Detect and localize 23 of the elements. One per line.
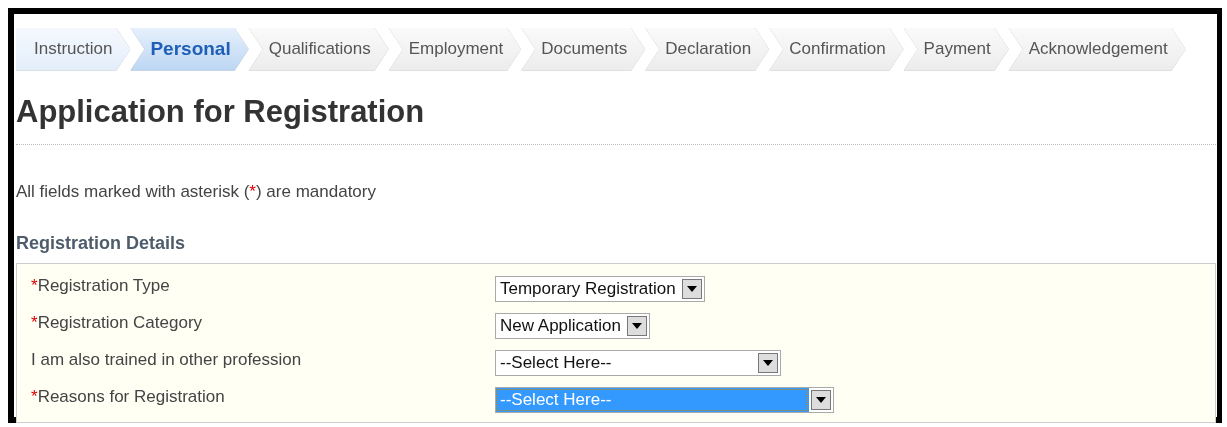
field-label: *Registration Category [30, 311, 204, 334]
section-heading: Registration Details [16, 232, 187, 256]
step-tab[interactable]: Acknowledgement [1008, 28, 1186, 71]
step-tab[interactable]: Confirmation [769, 28, 904, 71]
step-tab[interactable]: Personal [130, 28, 249, 71]
step-tab[interactable]: Documents [521, 28, 646, 71]
dropdown-field[interactable]: --Select Here-- [495, 349, 781, 376]
step-tab[interactable]: Qualifications [248, 28, 389, 71]
field-label: I am also trained in other profession [30, 348, 303, 371]
caret-icon [686, 285, 697, 292]
dropdown-field[interactable]: Temporary Registration [495, 275, 705, 302]
field-label: *Reasons for Registration [30, 385, 226, 408]
field-label: *Registration Type [30, 274, 171, 297]
page-title: Application for Registration [16, 92, 1216, 145]
caret-icon [763, 359, 773, 366]
step-tab[interactable]: Instruction [16, 28, 131, 71]
step-tab[interactable]: Employment [388, 28, 522, 71]
step-tab[interactable]: Declaration [645, 28, 770, 71]
caret-icon [816, 396, 826, 403]
step-tab[interactable]: Payment [903, 28, 1009, 71]
mandatory-note: All fields marked with asterisk (*) are mandatory [16, 180, 377, 203]
dropdown-field[interactable]: New Application [495, 312, 650, 339]
caret-icon [631, 322, 642, 329]
